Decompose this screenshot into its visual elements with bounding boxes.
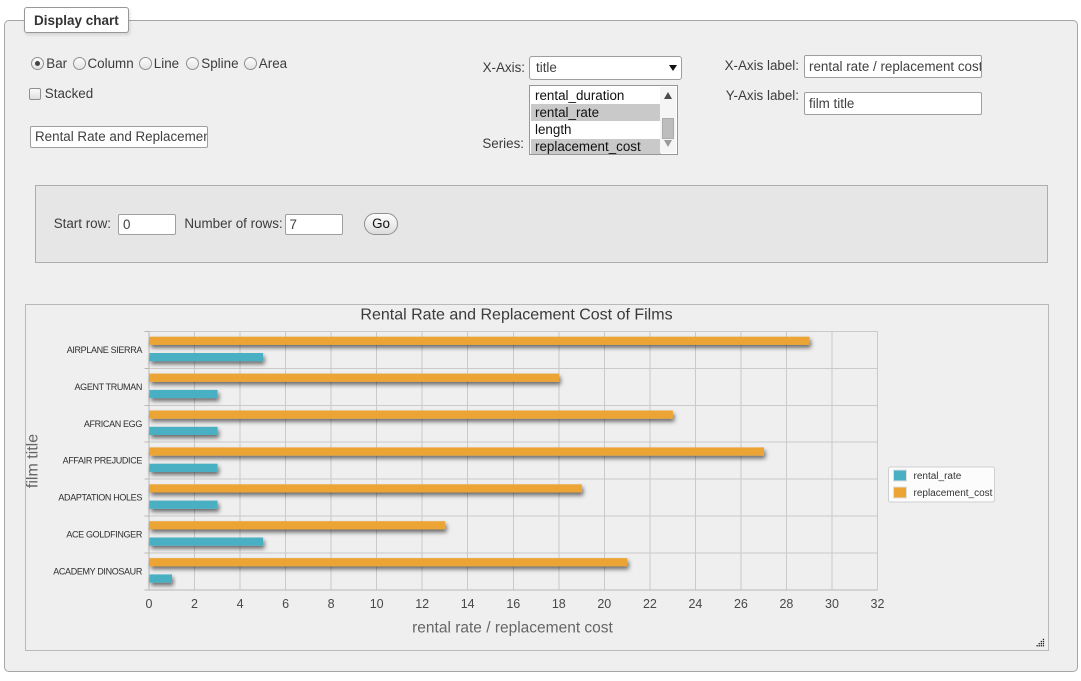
svg-text:18: 18	[551, 597, 565, 611]
svg-text:24: 24	[688, 597, 702, 611]
svg-text:rental_rate: rental_rate	[913, 471, 961, 482]
svg-text:ADAPTATION HOLES: ADAPTATION HOLES	[58, 493, 142, 503]
svg-text:Rental Rate and Replacement Co: Rental Rate and Replacement Cost of Film…	[360, 307, 672, 324]
svg-text:26: 26	[733, 597, 747, 611]
svg-text:AFFAIR PREJUDICE: AFFAIR PREJUDICE	[62, 456, 142, 466]
svg-text:rental rate / replacement cost: rental rate / replacement cost	[412, 620, 613, 637]
svg-text:film title: film title	[26, 434, 42, 488]
svg-text:AFRICAN EGG: AFRICAN EGG	[83, 419, 142, 429]
svg-text:ACADEMY DINOSAUR: ACADEMY DINOSAUR	[53, 566, 143, 576]
svg-text:30: 30	[825, 597, 839, 611]
svg-text:20: 20	[597, 597, 611, 611]
svg-text:12: 12	[415, 597, 429, 611]
svg-text:ACE GOLDFINGER: ACE GOLDFINGER	[66, 529, 142, 539]
svg-text:AGENT TRUMAN: AGENT TRUMAN	[74, 382, 141, 392]
svg-text:16: 16	[506, 597, 520, 611]
svg-text:AIRPLANE SIERRA: AIRPLANE SIERRA	[66, 345, 142, 355]
svg-text:4: 4	[236, 597, 243, 611]
svg-text:32: 32	[870, 597, 884, 611]
svg-text:0: 0	[145, 597, 152, 611]
svg-text:8: 8	[327, 597, 334, 611]
svg-text:2: 2	[191, 597, 198, 611]
svg-text:22: 22	[642, 597, 656, 611]
svg-text:replacement_cost: replacement_cost	[913, 488, 992, 499]
svg-text:14: 14	[460, 597, 474, 611]
svg-text:10: 10	[369, 597, 383, 611]
svg-text:6: 6	[282, 597, 289, 611]
svg-text:28: 28	[779, 597, 793, 611]
